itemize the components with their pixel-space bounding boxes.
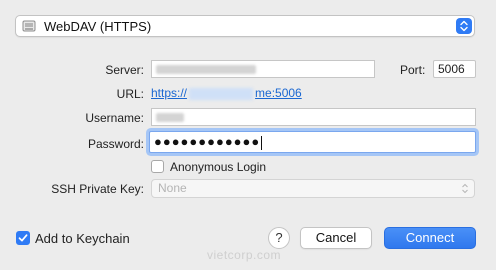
cancel-button[interactable]: Cancel [300,227,372,249]
password-field[interactable]: ●●●●●●●●●●●● [149,131,476,153]
username-label: Username: [85,111,144,125]
text-caret [261,135,263,150]
password-label: Password: [87,137,144,151]
keychain-checkbox[interactable] [16,231,30,245]
redacted-username [156,113,184,123]
redacted-host [189,87,254,100]
protocol-popup[interactable]: WebDAV (HTTPS) [15,15,475,37]
ssh-key-label: SSH Private Key: [51,182,144,196]
checkmark-icon [18,234,28,242]
protocol-label: WebDAV (HTTPS) [44,19,152,34]
port-field[interactable]: 5006 [433,60,476,78]
chevron-updown-icon [460,20,468,32]
server-label: Server: [105,63,144,77]
username-field[interactable] [151,108,476,126]
watermark: vietcorp.com [207,248,282,262]
connect-button[interactable]: Connect [384,227,476,249]
password-dots: ●●●●●●●●●●●● [154,134,261,149]
connection-sheet: WebDAV (HTTPS) Server: Port: 5006 URL: h… [0,0,496,270]
ssh-key-select[interactable]: None [151,179,475,198]
keychain-label[interactable]: Add to Keychain [35,231,130,246]
port-label: Port: [400,63,426,77]
redacted-server [156,65,256,75]
ssh-key-value: None [158,181,187,195]
url-prefix: https:// [151,86,188,100]
drive-icon [22,20,36,32]
url-label: URL: [116,87,144,101]
chevron-updown-icon [462,183,468,194]
url-suffix: me:5006 [255,86,302,100]
anonymous-label[interactable]: Anonymous Login [170,160,266,174]
url-link[interactable]: https:// me:5006 [151,86,302,100]
popup-stepper[interactable] [456,18,472,34]
anonymous-checkbox[interactable] [151,160,164,173]
help-button[interactable]: ? [268,227,290,249]
server-field[interactable] [151,60,375,78]
